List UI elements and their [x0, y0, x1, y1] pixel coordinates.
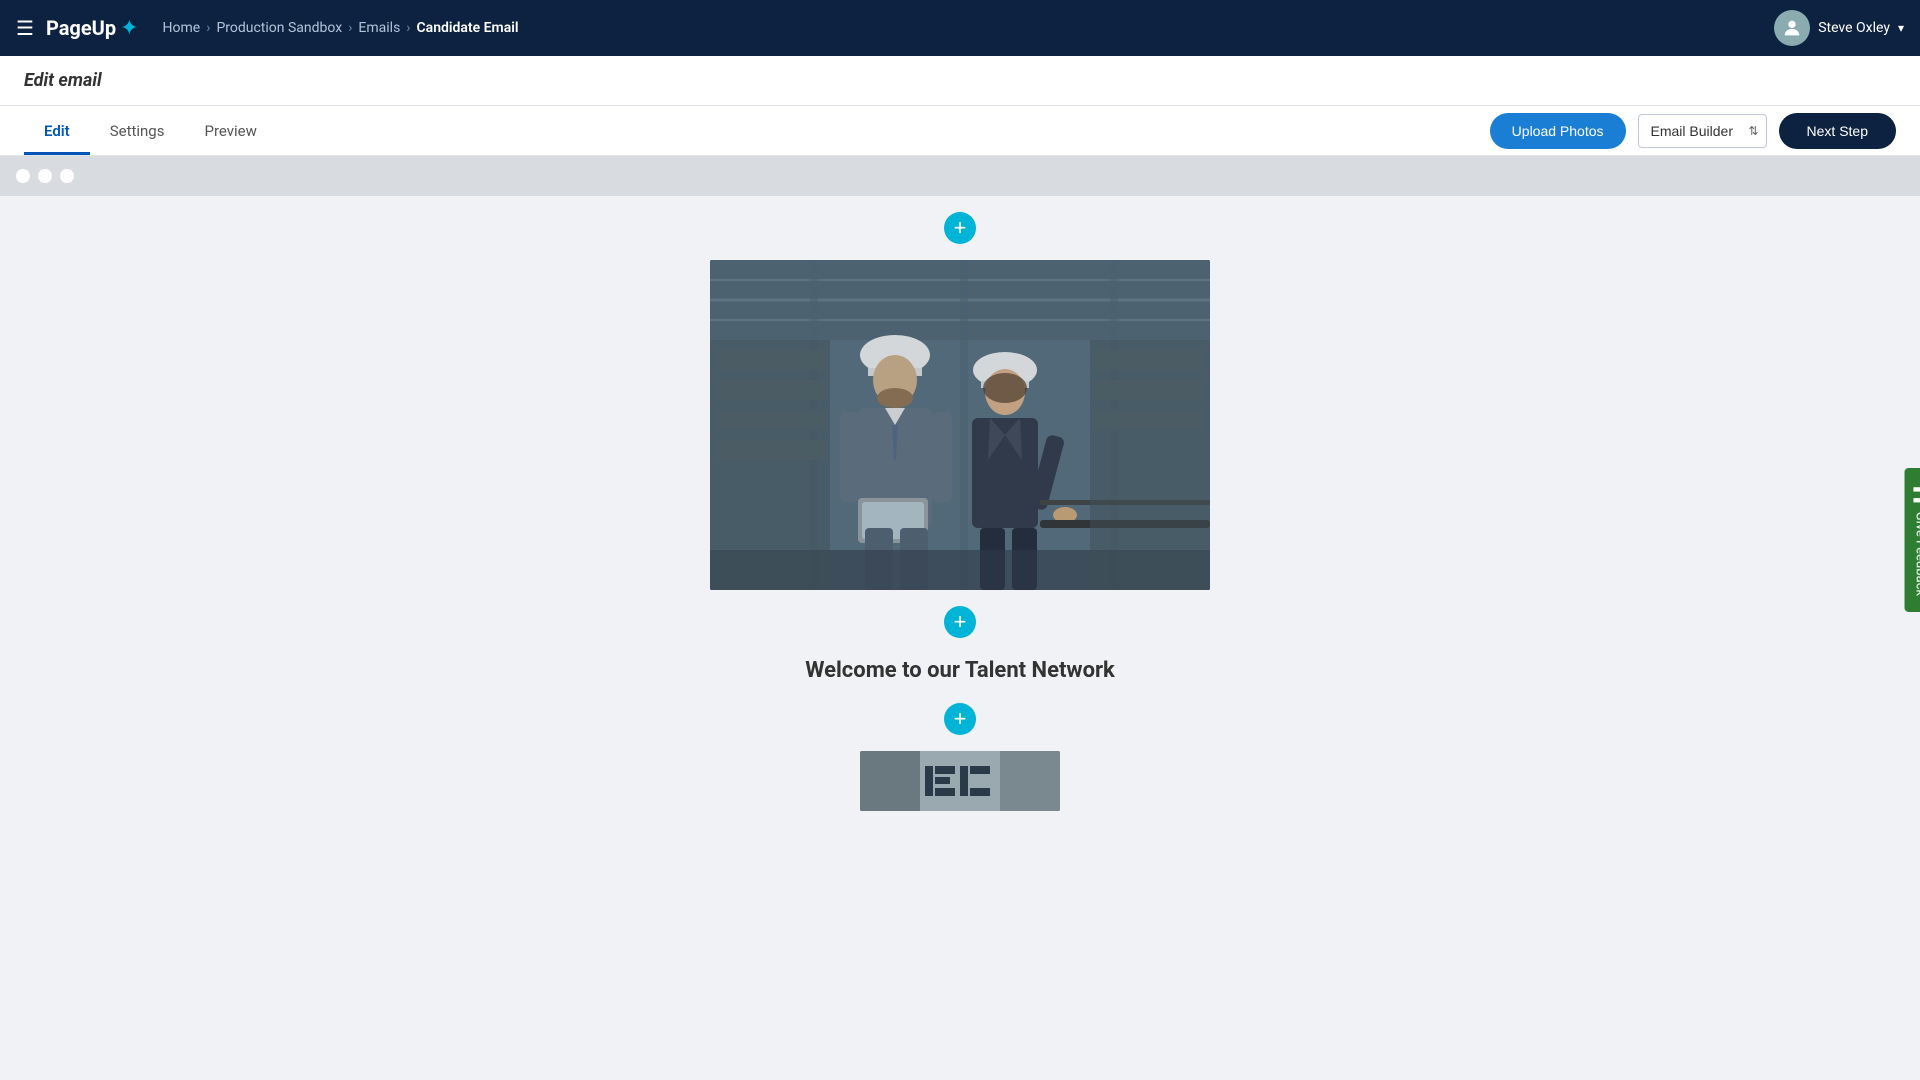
feedback-label: Give Feedback: [1913, 512, 1920, 596]
hamburger-menu-icon[interactable]: ☰: [16, 16, 34, 40]
breadcrumb-home[interactable]: Home: [163, 20, 201, 36]
email-builder-select[interactable]: Email Builder: [1638, 114, 1767, 148]
avatar: [1774, 10, 1810, 46]
nav-left: ☰ PageUp ✦ Home › Production Sandbox › E…: [16, 16, 519, 41]
partial-image-svg: [860, 751, 1060, 811]
upload-photos-button[interactable]: Upload Photos: [1490, 113, 1626, 149]
image-block[interactable]: [710, 260, 1210, 590]
give-feedback-tab[interactable]: ❚❚ Give Feedback: [1905, 468, 1920, 612]
page-title: Edit email: [24, 70, 1896, 91]
tabs-toolbar: Edit Settings Preview Upload Photos Emai…: [0, 106, 1920, 156]
toolbar: Upload Photos Email Builder Next Step: [1490, 113, 1896, 149]
breadcrumb-current: Candidate Email: [417, 20, 519, 36]
image-placeholder: [710, 260, 1210, 590]
logo-symbol: ✦: [120, 16, 138, 41]
tab-edit[interactable]: Edit: [24, 106, 90, 155]
welcome-text-block[interactable]: Welcome to our Talent Network: [805, 658, 1115, 683]
user-name: Steve Oxley: [1818, 20, 1890, 36]
breadcrumb-env[interactable]: Production Sandbox: [216, 20, 342, 36]
breadcrumb-emails[interactable]: Emails: [358, 20, 400, 36]
main-content: +: [0, 196, 1920, 1080]
chevron-down-icon[interactable]: ▾: [1898, 21, 1904, 35]
strip-dot-2: [38, 169, 52, 183]
strip-dot-3: [60, 169, 74, 183]
logo-text: PageUp: [46, 16, 116, 40]
add-block-button-middle[interactable]: +: [944, 606, 976, 638]
breadcrumb: Home › Production Sandbox › Emails › Can…: [163, 20, 519, 36]
tab-settings[interactable]: Settings: [90, 106, 185, 155]
partial-image-block[interactable]: [860, 751, 1060, 811]
page-header: Edit email: [0, 56, 1920, 106]
tab-list: Edit Settings Preview: [24, 106, 277, 155]
editor-strip: [0, 156, 1920, 196]
email-builder-select-wrapper: Email Builder: [1638, 114, 1767, 148]
breadcrumb-sep-3: ›: [406, 20, 410, 36]
breadcrumb-sep-2: ›: [348, 20, 352, 36]
next-step-button[interactable]: Next Step: [1779, 113, 1896, 149]
breadcrumb-sep-1: ›: [206, 20, 210, 36]
logo[interactable]: PageUp ✦: [46, 16, 139, 41]
add-block-button-bottom[interactable]: +: [944, 703, 976, 735]
image-svg: [710, 260, 1210, 590]
content-area: +: [0, 196, 1920, 841]
feedback-icon: ❚❚: [1913, 484, 1920, 506]
nav-right: Steve Oxley ▾: [1774, 10, 1904, 46]
tab-preview[interactable]: Preview: [184, 106, 276, 155]
top-navigation: ☰ PageUp ✦ Home › Production Sandbox › E…: [0, 0, 1920, 56]
strip-dot-1: [16, 169, 30, 183]
add-block-button-top[interactable]: +: [944, 212, 976, 244]
